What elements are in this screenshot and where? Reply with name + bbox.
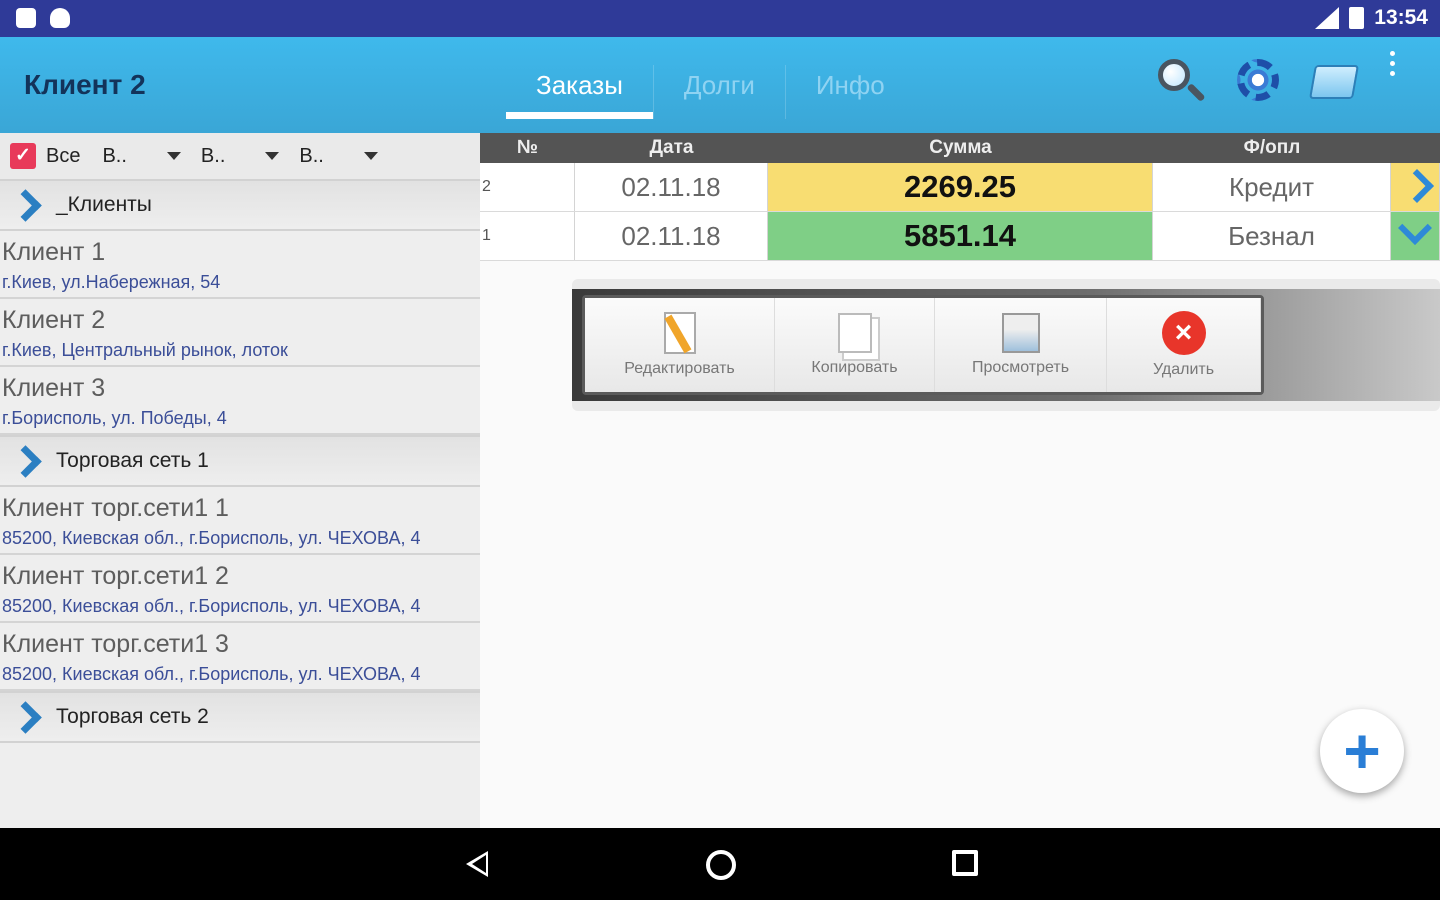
client-name: Клиент торг.сети1 2 — [2, 562, 229, 590]
edit-pencil-icon — [663, 312, 696, 354]
android-icon — [50, 8, 70, 28]
group-trade-network-2[interactable]: Торговая сеть 2 — [0, 691, 480, 743]
orders-panel: № Дата Сумма Ф/опл 2 02.11.18 2269.25 Кр… — [480, 133, 1440, 828]
view-button-label: Просмотреть — [971, 359, 1070, 376]
client-name: Клиент 2 — [2, 306, 106, 334]
order-sum: 5851.14 — [768, 212, 1153, 260]
copy-icon — [837, 313, 872, 353]
delete-button-label: Удалить — [1152, 361, 1215, 378]
tab-debts[interactable]: Долги — [654, 65, 786, 119]
group-label: Торговая сеть 1 — [56, 449, 209, 472]
dropdown-label: В.. — [200, 144, 226, 167]
header-sum[interactable]: Сумма — [768, 133, 1153, 163]
dropdown-label: В.. — [299, 144, 324, 167]
header-date[interactable]: Дата — [575, 133, 768, 163]
header-num[interactable]: № — [480, 133, 575, 163]
group-trade-network-1[interactable]: Торговая сеть 1 — [0, 435, 480, 487]
client-name: Клиент торг.сети1 1 — [2, 494, 229, 522]
order-payment: Кредит — [1153, 163, 1391, 211]
table-header: № Дата Сумма Ф/опл — [480, 133, 1440, 163]
chevron-down-icon — [265, 152, 280, 160]
system-nav-bar — [0, 828, 1440, 900]
client-item[interactable]: Клиент 1 г.Киев, ул.Набережная, 54 — [0, 231, 480, 299]
tab-orders[interactable]: Заказы — [506, 65, 654, 119]
order-payment: Безнал — [1153, 212, 1391, 260]
client-name: Клиент торг.сети1 3 — [2, 630, 229, 658]
order-sum: 2269.25 — [768, 163, 1153, 211]
edit-button[interactable]: Редактировать — [585, 298, 775, 392]
client-item[interactable]: Клиент 3 г.Борисполь, ул. Победы, 4 — [0, 367, 480, 435]
context-menu-actions: Редактировать Копировать Просмотреть × У… — [582, 295, 1264, 395]
recents-icon[interactable] — [952, 850, 978, 876]
settings-gear-icon[interactable] — [1227, 51, 1287, 111]
home-icon[interactable] — [706, 850, 736, 880]
view-document-icon — [1001, 313, 1040, 353]
dropdown-label: В.. — [102, 144, 127, 167]
filter-bar: ✓ Все В.. В.. В.. — [0, 133, 480, 179]
chevron-down-icon — [363, 152, 378, 160]
search-icon[interactable] — [1150, 51, 1210, 111]
app-bar: Клиент 2 Заказы Долги Инфо — [0, 37, 1440, 133]
sd-card-icon — [16, 8, 36, 28]
order-num: 1 — [480, 212, 575, 260]
folder-icon[interactable] — [1304, 51, 1364, 111]
tab-info[interactable]: Инфо — [786, 65, 915, 119]
edit-button-label: Редактировать — [624, 360, 735, 377]
chevron-right-icon[interactable] — [1391, 163, 1440, 211]
table-row[interactable]: 2 02.11.18 2269.25 Кредит — [480, 163, 1440, 212]
all-checkbox[interactable]: ✓ — [10, 143, 36, 169]
header-spacer — [1391, 133, 1440, 163]
client-address: 85200, Киевская обл., г.Борисполь, ул. Ч… — [2, 664, 421, 684]
header-payment[interactable]: Ф/опл — [1153, 133, 1391, 163]
signal-icon — [1315, 7, 1340, 29]
chevron-down-icon — [166, 152, 181, 160]
client-address: 85200, Киевская обл., г.Борисполь, ул. Ч… — [2, 528, 421, 548]
all-checkbox-label: Все — [46, 144, 81, 167]
client-address: г.Борисполь, ул. Победы, 4 — [2, 408, 227, 428]
filter-dropdown-3[interactable]: В.. — [299, 144, 378, 168]
view-button[interactable]: Просмотреть — [935, 298, 1107, 392]
context-menu: Редактировать Копировать Просмотреть × У… — [572, 279, 1440, 411]
copy-button-label: Копировать — [811, 359, 898, 376]
client-sidebar: ✓ Все В.. В.. В.. _Клиенты Клиент 1 г.Ки… — [0, 133, 480, 828]
delete-button[interactable]: × Удалить — [1107, 298, 1261, 392]
filter-dropdown-1[interactable]: В.. — [102, 144, 181, 168]
table-row[interactable]: 1 02.11.18 5851.14 Безнал — [480, 212, 1440, 261]
battery-icon — [1349, 7, 1365, 29]
client-address: г.Киев, Центральный рынок, лоток — [2, 340, 288, 360]
tab-bar: Заказы Долги Инфо — [506, 65, 915, 119]
group-label: _Клиенты — [56, 193, 152, 216]
client-address: г.Киев, ул.Набережная, 54 — [2, 272, 221, 292]
client-item[interactable]: Клиент торг.сети1 2 85200, Киевская обл.… — [0, 555, 480, 623]
chevron-right-icon — [12, 702, 36, 732]
filter-dropdown-2[interactable]: В.. — [200, 144, 280, 168]
client-item[interactable]: Клиент торг.сети1 1 85200, Киевская обл.… — [0, 487, 480, 555]
client-item[interactable]: Клиент 2 г.Киев, Центральный рынок, лото… — [0, 299, 480, 367]
page-title: Клиент 2 — [24, 69, 146, 100]
client-address: 85200, Киевская обл., г.Борисполь, ул. Ч… — [2, 596, 421, 616]
group-label: Торговая сеть 2 — [56, 705, 209, 728]
status-bar: 13:54 — [0, 0, 1440, 37]
chevron-right-icon — [12, 190, 36, 220]
group-clients[interactable]: _Клиенты — [0, 179, 480, 231]
status-time: 13:54 — [1374, 6, 1428, 29]
more-options-icon[interactable] — [1377, 51, 1407, 111]
client-name: Клиент 1 — [2, 238, 106, 266]
delete-x-icon: × — [1161, 311, 1206, 355]
order-date: 02.11.18 — [575, 163, 768, 211]
plus-icon: + — [1343, 715, 1381, 787]
chevron-right-icon — [12, 446, 36, 476]
order-num: 2 — [480, 163, 575, 211]
client-name: Клиент 3 — [2, 374, 106, 402]
back-icon[interactable] — [466, 851, 488, 877]
copy-button[interactable]: Копировать — [775, 298, 935, 392]
client-item[interactable]: Клиент торг.сети1 3 85200, Киевская обл.… — [0, 623, 480, 691]
add-order-button[interactable]: + — [1320, 709, 1404, 793]
order-date: 02.11.18 — [575, 212, 768, 260]
chevron-down-icon[interactable] — [1391, 212, 1440, 260]
